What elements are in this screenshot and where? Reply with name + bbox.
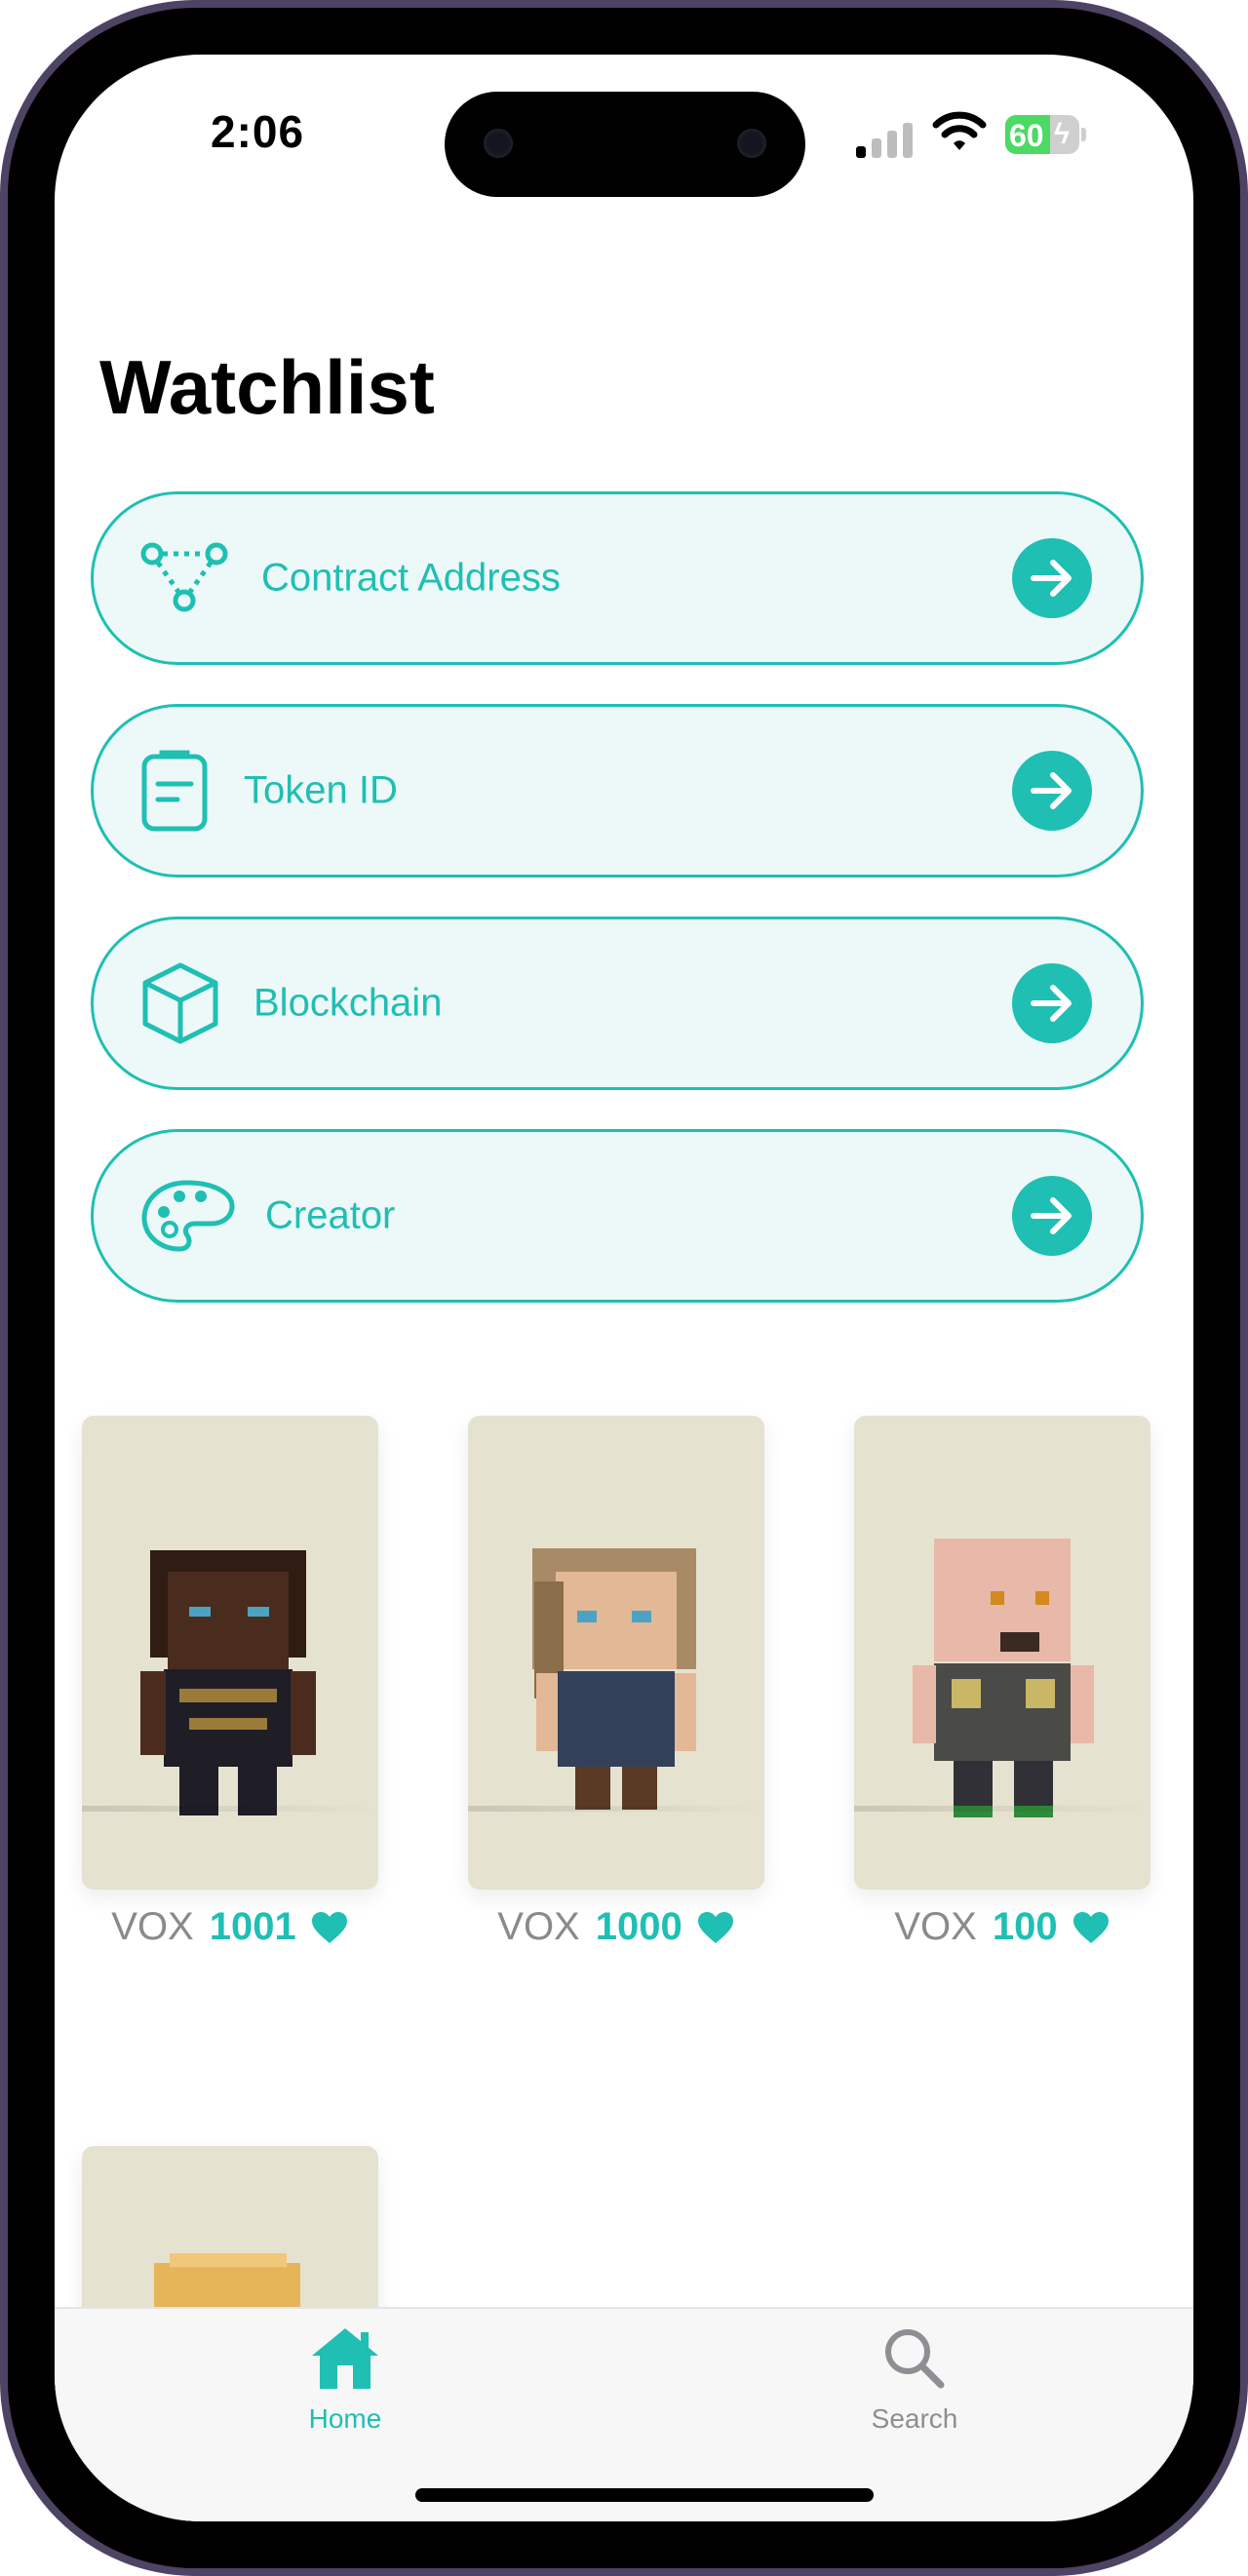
collection-name: VOX xyxy=(111,1905,194,1948)
token-id: 1001 xyxy=(209,1905,296,1948)
token-id: 100 xyxy=(992,1905,1058,1948)
nft-image[interactable] xyxy=(82,1416,378,1890)
filter-label: Creator xyxy=(265,1193,396,1237)
dynamic-island xyxy=(445,92,805,197)
nft-image[interactable] xyxy=(468,1416,764,1890)
phone-frame: 2:06 60 ϟ Watchlist Contract Address Tok… xyxy=(0,0,1248,2576)
filter-label: Contract Address xyxy=(261,556,561,600)
home-indicator xyxy=(415,2488,874,2502)
voxel-avatar-icon xyxy=(140,1550,316,1815)
nft-card[interactable]: VOX 100 xyxy=(854,1416,1150,1948)
sensor-icon xyxy=(737,129,766,158)
battery-percent: 60 xyxy=(1009,118,1044,153)
filter-label: Blockchain xyxy=(254,981,443,1025)
cube-icon xyxy=(142,962,218,1044)
network-nodes-icon xyxy=(140,542,228,612)
tab-label: Home xyxy=(308,2403,382,2434)
heart-icon[interactable] xyxy=(1072,1910,1111,1955)
collection-name: VOX xyxy=(894,1905,977,1948)
filter-blockchain[interactable]: Blockchain xyxy=(91,917,1144,1090)
arrow-right-icon[interactable] xyxy=(1012,538,1092,618)
filter-contract-address[interactable]: Contract Address xyxy=(91,491,1144,665)
clipboard-icon xyxy=(141,750,208,832)
collection-name: VOX xyxy=(497,1905,580,1948)
battery-icon: 60 ϟ xyxy=(1005,115,1086,154)
tab-label: Search xyxy=(871,2403,958,2434)
home-icon xyxy=(312,2328,378,2389)
heart-icon[interactable] xyxy=(310,1910,349,1955)
charging-bolt-icon: ϟ xyxy=(1054,118,1070,150)
camera-icon xyxy=(484,129,513,158)
nft-caption: VOX 100 xyxy=(854,1905,1150,1955)
tab-home[interactable]: Home xyxy=(248,2324,443,2435)
nft-caption: VOX 1001 xyxy=(82,1905,378,1955)
palette-icon xyxy=(141,1180,235,1252)
search-icon xyxy=(885,2329,945,2389)
nft-card[interactable]: VOX 1000 xyxy=(468,1416,764,1948)
arrow-right-icon[interactable] xyxy=(1012,1176,1092,1256)
token-id: 1000 xyxy=(595,1905,682,1948)
heart-icon[interactable] xyxy=(696,1910,735,1955)
wifi-icon xyxy=(932,111,987,150)
phone-bezel: 2:06 60 ϟ Watchlist Contract Address Tok… xyxy=(8,8,1240,2568)
status-time: 2:06 xyxy=(211,106,305,157)
nft-caption: VOX 1000 xyxy=(468,1905,764,1955)
screen: 2:06 60 ϟ Watchlist Contract Address Tok… xyxy=(55,55,1193,2521)
arrow-right-icon[interactable] xyxy=(1012,751,1092,831)
voxel-avatar-icon xyxy=(913,1539,1094,1817)
page-title: Watchlist xyxy=(99,344,435,430)
voxel-avatar-icon xyxy=(532,1548,696,1810)
arrow-right-icon[interactable] xyxy=(1012,963,1092,1043)
filter-creator[interactable]: Creator xyxy=(91,1129,1144,1303)
filter-token-id[interactable]: Token ID xyxy=(91,704,1144,878)
filter-label: Token ID xyxy=(244,768,398,812)
nft-image[interactable] xyxy=(854,1416,1150,1890)
cellular-signal-icon xyxy=(856,123,918,158)
tab-search[interactable]: Search xyxy=(817,2324,1012,2435)
nft-card[interactable]: VOX 1001 xyxy=(82,1416,378,1948)
